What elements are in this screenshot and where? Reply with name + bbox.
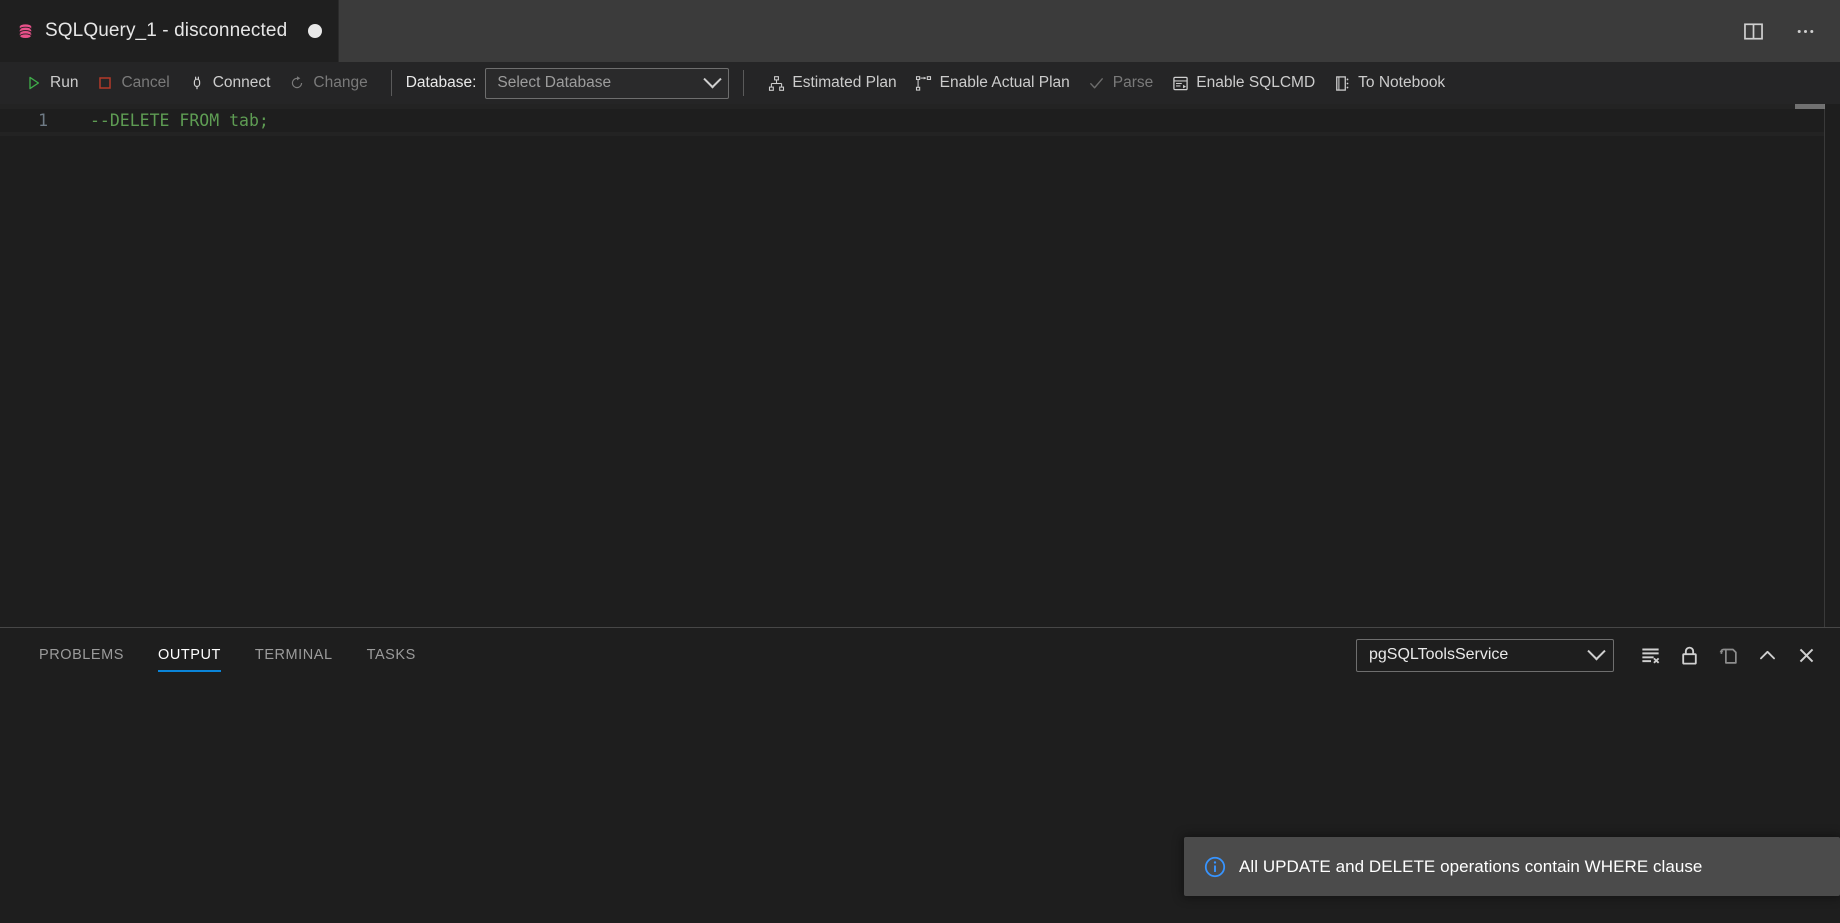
- output-channel-select[interactable]: pgSQLToolsService: [1356, 638, 1614, 672]
- chevron-down-icon: [703, 69, 723, 88]
- estimated-plan-label: Estimated Plan: [792, 74, 897, 92]
- panel-tab-terminal-label: Terminal: [254, 647, 333, 663]
- to-notebook-label: To Notebook: [1358, 74, 1446, 92]
- more-actions-icon[interactable]: [1788, 14, 1822, 48]
- code-line-1: --DELETE FROM tab;: [90, 111, 269, 130]
- panel-header: Problems Output Terminal Tasks pgSQLTool…: [0, 628, 1840, 682]
- enable-actual-plan-label: Enable Actual Plan: [939, 74, 1070, 92]
- change-connection-label: Change: [313, 74, 368, 92]
- line-number: 1: [38, 111, 48, 130]
- to-notebook-button[interactable]: To Notebook: [1324, 70, 1454, 96]
- output-channel-value: pgSQLToolsService: [1369, 646, 1509, 663]
- notebook-icon: [1333, 74, 1351, 92]
- cancel-query-button[interactable]: Cancel: [87, 70, 178, 96]
- code-area[interactable]: 1 --DELETE FROM tab;: [0, 104, 1840, 627]
- editor-tab-bar: SQLQuery_1 - disconnected: [0, 0, 1840, 62]
- enable-sqlcmd-label: Enable SQLCMD: [1196, 74, 1316, 92]
- editor-tab-label: SQLQuery_1 - disconnected: [45, 20, 288, 41]
- close-panel-icon[interactable]: [1789, 638, 1823, 672]
- open-in-editor-icon[interactable]: [1711, 638, 1745, 672]
- check-icon: [1088, 74, 1106, 92]
- notification-message: All UPDATE and DELETE operations contain…: [1239, 856, 1703, 876]
- parse-button[interactable]: Parse: [1079, 70, 1163, 96]
- notification-toast[interactable]: All UPDATE and DELETE operations contain…: [1184, 837, 1840, 896]
- enable-actual-plan-button[interactable]: Enable Actual Plan: [906, 70, 1079, 96]
- estimated-plan-icon: [767, 74, 785, 92]
- database-icon: [17, 22, 34, 41]
- parse-label: Parse: [1112, 74, 1154, 92]
- clear-output-icon[interactable]: [1633, 638, 1667, 672]
- split-editor-icon[interactable]: [1736, 14, 1770, 48]
- tab-bar-spacer: [339, 0, 1736, 62]
- database-label: Database:: [405, 74, 477, 91]
- panel-tab-problems[interactable]: Problems: [22, 628, 141, 682]
- run-query-button[interactable]: Run: [16, 70, 87, 96]
- toolbar-divider-1: [390, 70, 392, 96]
- panel-actions: pgSQLToolsService: [1356, 638, 1823, 672]
- play-icon: [25, 74, 43, 92]
- panel-tab-list: Problems Output Terminal Tasks: [22, 628, 433, 682]
- actual-plan-icon: [915, 74, 933, 92]
- sqlcmd-icon: [1171, 74, 1189, 92]
- code-content[interactable]: --DELETE FROM tab;: [62, 109, 1840, 627]
- stop-icon: [96, 74, 114, 92]
- panel-tab-terminal[interactable]: Terminal: [238, 628, 350, 682]
- run-query-label: Run: [50, 74, 79, 92]
- database-select-value: Select Database: [497, 74, 612, 91]
- estimated-plan-button[interactable]: Estimated Plan: [758, 70, 905, 96]
- unsaved-indicator-dot[interactable]: [308, 24, 323, 38]
- sqltools-window: SQLQuery_1 - disconnected Run Cancel Con…: [0, 0, 1840, 923]
- change-connection-button[interactable]: Change: [279, 70, 376, 96]
- connect-button[interactable]: Connect: [179, 70, 280, 96]
- toolbar-divider-2: [743, 70, 745, 96]
- panel-tab-output-label: Output: [157, 647, 221, 663]
- sql-editor[interactable]: 1 --DELETE FROM tab;: [0, 104, 1840, 627]
- panel-tab-problems-label: Problems: [39, 647, 124, 663]
- info-icon: [1204, 856, 1226, 878]
- enable-sqlcmd-button[interactable]: Enable SQLCMD: [1162, 70, 1324, 96]
- line-number-gutter: 1: [0, 109, 62, 627]
- connect-label: Connect: [212, 74, 271, 92]
- panel-tab-output[interactable]: Output: [141, 628, 238, 682]
- refresh-connection-icon: [288, 74, 306, 92]
- chevron-down-icon: [1587, 641, 1606, 660]
- maximize-panel-icon[interactable]: [1750, 638, 1784, 672]
- database-select[interactable]: Select Database: [485, 67, 730, 99]
- editor-tab-sqlquery-1[interactable]: SQLQuery_1 - disconnected: [0, 0, 340, 62]
- query-editor-toolbar: Run Cancel Connect Change Database: Sele…: [0, 62, 1840, 104]
- panel-tab-tasks[interactable]: Tasks: [350, 628, 433, 682]
- cancel-query-label: Cancel: [121, 74, 170, 92]
- editor-actions: [1736, 0, 1840, 62]
- lock-scroll-icon[interactable]: [1672, 638, 1706, 672]
- panel-tab-tasks-label: Tasks: [366, 647, 416, 663]
- plug-icon: [188, 74, 206, 92]
